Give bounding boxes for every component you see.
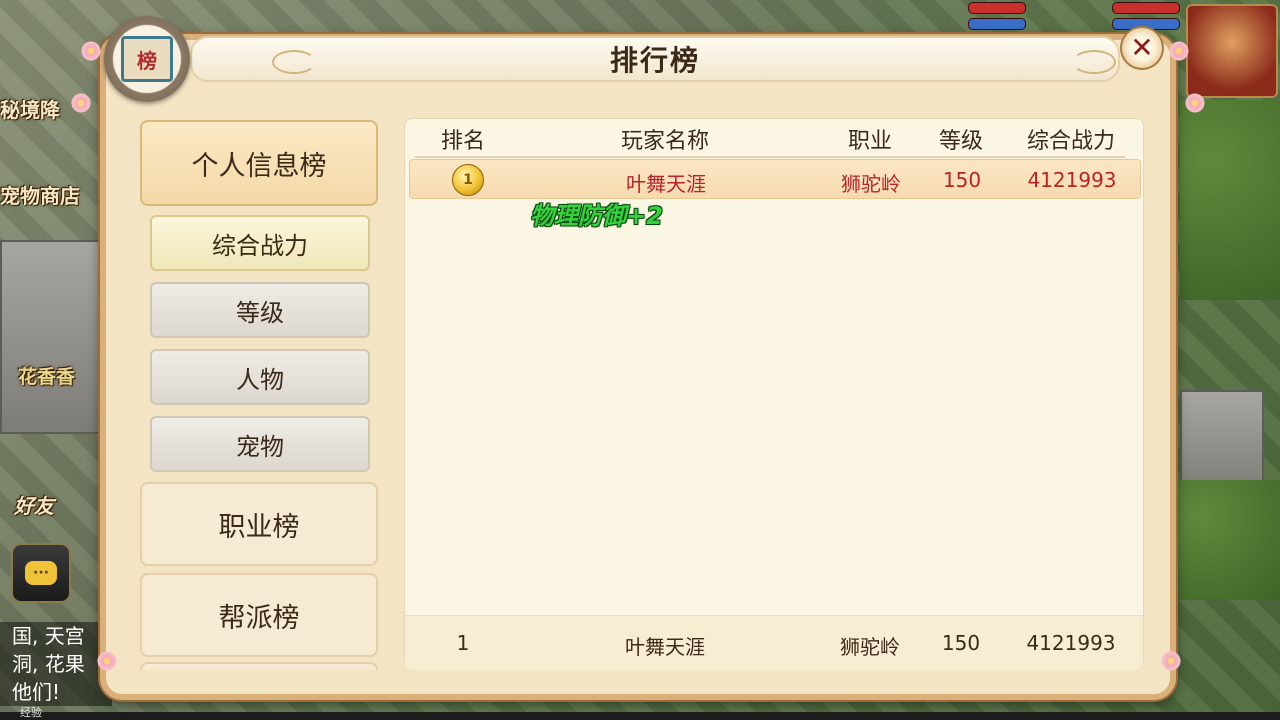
subtab-combat-power[interactable]: 综合战力 xyxy=(150,215,370,271)
column-header-class: 职业 xyxy=(847,129,892,154)
tab-guild-ranking[interactable]: 帮派榜 xyxy=(140,573,378,657)
tab-personal-ranking[interactable]: 个人信息榜 xyxy=(140,120,378,206)
my-combat-power: 4121993 xyxy=(1026,631,1116,655)
pet-hp-bar xyxy=(1112,2,1180,14)
panel-title: 排行榜 xyxy=(609,44,700,77)
my-rank-row: 1 叶舞天涯 狮驼岭 150 4121993 xyxy=(405,615,1143,670)
column-header-level: 等级 xyxy=(938,129,983,154)
scroll-icon: 榜 xyxy=(121,36,173,82)
pet-shop-label[interactable]: 宠物商店 xyxy=(0,180,80,209)
flower-ornament xyxy=(1160,650,1182,672)
table-row[interactable]: 1 叶舞天涯 狮驼岭 150 4121993 xyxy=(409,159,1141,199)
panel-title-bar: 排行榜 xyxy=(190,36,1120,82)
flower-ornament xyxy=(70,92,92,114)
my-rank-value: 1 xyxy=(456,631,470,655)
tab-class-ranking[interactable]: 职业榜 xyxy=(140,482,378,566)
subtab-pet[interactable]: 宠物 xyxy=(150,416,370,472)
flower-ornament xyxy=(80,40,102,62)
scene-wall xyxy=(0,240,104,434)
row-player-name: 叶舞天涯 xyxy=(626,172,706,196)
ranking-header-row: 排名 玩家名称 职业 等级 综合战力 xyxy=(405,119,1143,157)
ranking-list: 排名 玩家名称 职业 等级 综合战力 1 叶舞天涯 狮驼岭 150 412199… xyxy=(404,118,1144,670)
npc-name-label[interactable]: 花香香 xyxy=(18,362,75,389)
my-level: 150 xyxy=(941,631,981,655)
scene-grass xyxy=(1170,480,1280,600)
experience-bar xyxy=(0,712,1280,720)
column-header-combat-power: 综合战力 xyxy=(1026,129,1115,154)
row-level: 150 xyxy=(942,168,982,192)
header-divider xyxy=(415,156,1125,158)
close-icon: ✕ xyxy=(1130,31,1154,64)
my-player-name: 叶舞天涯 xyxy=(625,635,705,659)
friends-label[interactable]: 好友 xyxy=(14,490,54,519)
row-combat-power: 4121993 xyxy=(1027,168,1117,192)
my-class: 狮驼岭 xyxy=(840,635,900,659)
flower-ornament xyxy=(96,650,118,672)
subtab-character[interactable]: 人物 xyxy=(150,349,370,405)
ranking-badge-icon: 榜 xyxy=(104,16,190,102)
secret-realm-label[interactable]: 秘境降 xyxy=(0,94,60,123)
chat-bubble-icon: ··· xyxy=(25,561,57,585)
floating-buff-text: 物理防御+2 xyxy=(530,202,663,230)
gold-medal-icon: 1 xyxy=(452,164,484,196)
flower-ornament xyxy=(1168,40,1190,62)
flower-ornament xyxy=(1184,92,1206,114)
subtab-level[interactable]: 等级 xyxy=(150,282,370,338)
chat-button[interactable]: ··· xyxy=(11,543,71,603)
scene-grass xyxy=(1180,100,1280,300)
chat-preview-text: 国, 天宫 洞, 花果 他们! xyxy=(0,622,112,706)
column-header-rank: 排名 xyxy=(440,129,485,154)
close-button[interactable]: ✕ xyxy=(1120,26,1164,70)
row-class: 狮驼岭 xyxy=(841,172,901,196)
mp-bar xyxy=(968,18,1026,30)
column-header-player-name: 玩家名称 xyxy=(620,129,709,154)
player-portrait[interactable] xyxy=(1186,4,1278,98)
tab-partial-next xyxy=(140,662,378,670)
scene-wall xyxy=(1180,390,1264,494)
hp-bar xyxy=(968,2,1026,14)
experience-label: 经验 xyxy=(20,706,42,719)
